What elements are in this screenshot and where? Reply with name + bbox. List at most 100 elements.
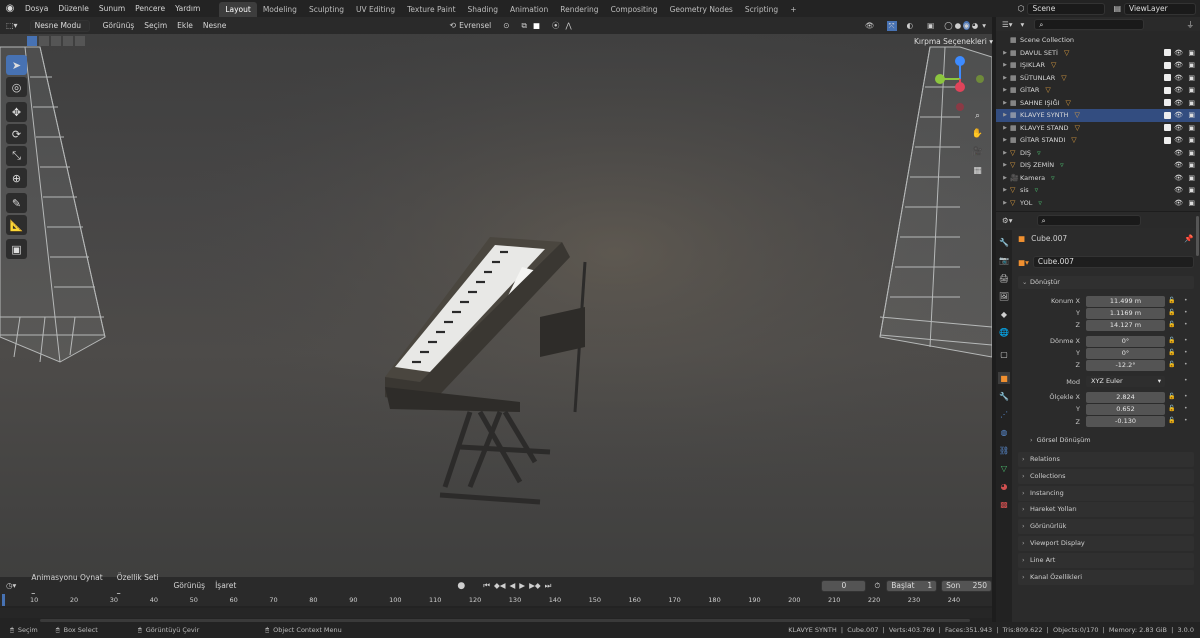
outliner-row[interactable]: ▶ ▽ DIŞ ZEMİN ▿ 👁 ▣ [996,159,1200,172]
rotation-y-field[interactable]: 0° [1086,348,1165,359]
lock-icon[interactable]: 🔓 [1168,337,1175,344]
visibility-eye-icon[interactable]: 👁 [1174,136,1183,144]
object-data-icon[interactable]: ▽ [1061,74,1066,82]
editor-type-icon[interactable]: ⬚▾ [6,21,18,30]
outliner-row[interactable]: ▶ ▦ SÜTUNLAR ▽ 👁 ▣ [996,72,1200,85]
rendered-shading-icon[interactable]: ◕ [972,21,979,30]
lock-icon[interactable]: 🔓 [1168,349,1175,356]
current-frame-field[interactable]: 0 [821,579,867,592]
prev-keyframe-icon[interactable]: ◆◀ [494,581,506,590]
render-camera-icon[interactable]: ▣ [1188,61,1195,69]
expand-arrow-icon[interactable]: ▶ [996,175,1010,181]
menu-render[interactable]: Sunum [94,0,130,17]
zoom-icon[interactable]: ⌕ [970,108,985,123]
tab-shading[interactable]: Shading [462,2,504,17]
keyframe-area[interactable] [0,608,992,618]
rotation-x-field[interactable]: 0° [1086,336,1165,347]
expand-arrow-icon[interactable]: ▶ [996,112,1010,118]
blender-logo-icon[interactable]: ◉ [0,0,20,17]
rotation-mode-dropdown[interactable]: XYZ Euler ▾ [1086,376,1165,387]
physics-tab-icon[interactable]: ◍ [998,426,1010,438]
visibility-eye-icon[interactable]: 👁 [1174,186,1183,194]
menu-object[interactable]: Nesne [198,17,232,34]
menu-marker[interactable]: İşaret [210,577,241,594]
particles-tab-icon[interactable]: ⋰ [998,408,1010,420]
expand-arrow-icon[interactable]: ▶ [996,87,1010,93]
tab-geometry-nodes[interactable]: Geometry Nodes [664,2,739,17]
lock-icon[interactable]: 🔓 [1168,393,1175,400]
object-data-icon[interactable]: ▽ [1075,124,1080,132]
mode-selector[interactable]: Nesne Modu [29,19,90,32]
add-workspace-button[interactable]: + [784,2,802,17]
wireframe-shading-icon[interactable]: ◯ [944,21,952,30]
scene-tab-icon[interactable]: ◆ [998,308,1010,320]
orientation-dropdown[interactable]: Evrensel [459,21,491,30]
shading-options-icon[interactable]: ▾ [982,21,986,30]
jump-end-icon[interactable]: ⏭ [545,581,552,591]
view-layer-tab-icon[interactable]: 🖼 [998,290,1010,302]
scene-collection-row[interactable]: ▦ Scene Collection [996,34,1200,47]
keyframe-icon[interactable]: • [1184,417,1188,424]
menu-file[interactable]: Dosya [20,0,53,17]
scene-selector[interactable]: Scene [1027,2,1106,15]
visibility-eye-icon[interactable]: 👁 [1174,49,1183,57]
snap-icon[interactable]: ⧉ [521,21,526,31]
render-camera-icon[interactable]: ▣ [1188,136,1195,144]
tab-layout[interactable]: Layout [219,2,257,17]
exclude-checkbox[interactable] [1164,111,1171,119]
play-icon[interactable]: ▶ [519,581,525,590]
menu-timeline-view[interactable]: Görünüş [168,577,210,594]
menu-view[interactable]: Görünüş [98,17,140,34]
falloff-icon[interactable]: ⋀ [565,21,571,30]
object-data-icon[interactable]: ▽ [1071,136,1076,144]
outliner-row[interactable]: ▶ ▽ YOL ▿ 👁 ▣ [996,197,1200,210]
perspective-grid-icon[interactable]: ▦ [970,163,985,178]
render-camera-icon[interactable]: ▣ [1188,49,1195,57]
timeline-track[interactable]: 10 20 30 40 50 60 70 80 90 100 110 120 130 140 150 160 1… [0,594,992,622]
property-section-header[interactable]: Instancing [1018,485,1194,501]
measure-tool-icon[interactable]: 📐 [6,215,27,235]
keyframe-icon[interactable]: • [1184,309,1188,316]
location-z-field[interactable]: 14.127 m [1086,320,1165,331]
expand-arrow-icon[interactable]: ▶ [996,150,1010,156]
mesh-data-icon[interactable]: ▿ [1051,174,1055,182]
render-camera-icon[interactable]: ▣ [1188,161,1195,169]
clip-options-dropdown[interactable]: Kırpma Seçenekleri ▾ [914,37,993,46]
object-data-icon[interactable]: ▽ [1045,86,1050,94]
location-y-field[interactable]: 1.1169 m [1086,308,1165,319]
tab-texture-paint[interactable]: Texture Paint [401,2,461,17]
clock-icon[interactable]: ⏱ [874,581,880,591]
expand-arrow-icon[interactable]: ▶ [996,162,1010,168]
outliner-editor-icon[interactable]: ☰▾ [1002,20,1013,29]
expand-arrow-icon[interactable]: ▶ [996,75,1010,81]
lock-icon[interactable]: 🔓 [1168,297,1175,304]
render-camera-icon[interactable]: ▣ [1188,74,1195,82]
tool-tab-icon[interactable]: 🔧 [998,236,1010,248]
exclude-checkbox[interactable] [1164,99,1171,107]
delta-transform-subpanel[interactable]: › Görsel Dönüşüm [1030,436,1190,444]
next-keyframe-icon[interactable]: ▶◆ [529,581,541,590]
keyframe-icon[interactable]: • [1184,361,1188,368]
outliner-search-input[interactable]: ⌕ [1034,18,1145,30]
render-camera-icon[interactable]: ▣ [1188,86,1195,94]
outliner-row[interactable]: ▶ ▦ SAHNE IŞIĞI ▽ 👁 ▣ [996,97,1200,110]
solid-shading-icon[interactable]: ● [955,21,962,30]
expand-arrow-icon[interactable]: ▶ [996,187,1010,193]
outliner-row[interactable]: ▶ ▽ sis ▿ 👁 ▣ [996,184,1200,197]
filter-icon[interactable]: ▾ [1021,20,1025,29]
render-camera-icon[interactable]: ▣ [1188,99,1195,107]
exclude-checkbox[interactable] [1164,124,1171,132]
3d-viewport[interactable]: ➤ ◎ ✥ ⟳ ⤡ ⊕ ✎ 📐 ▣ ⌕ ✋ 🎥 ▦ [0,17,992,577]
tab-modeling[interactable]: Modeling [257,2,303,17]
location-x-field[interactable]: 11.499 m [1086,296,1165,307]
menu-add[interactable]: Ekle [172,17,198,34]
visibility-eye-icon[interactable]: 👁 [1174,199,1183,207]
menu-help[interactable]: Yardım [170,0,205,17]
rotation-z-field[interactable]: -12.2° [1086,360,1165,371]
object-type-icon[interactable]: ■▾ [1018,258,1029,267]
property-section-header[interactable]: Viewport Display [1018,536,1194,551]
visibility-eye-icon[interactable]: 👁 [1174,86,1183,94]
constraints-tab-icon[interactable]: ⛓ [998,444,1010,456]
outliner-row[interactable]: ▶ 🎥 Kamera ▿ 👁 ▣ [996,172,1200,185]
visibility-icon[interactable]: 👁 [865,21,875,30]
